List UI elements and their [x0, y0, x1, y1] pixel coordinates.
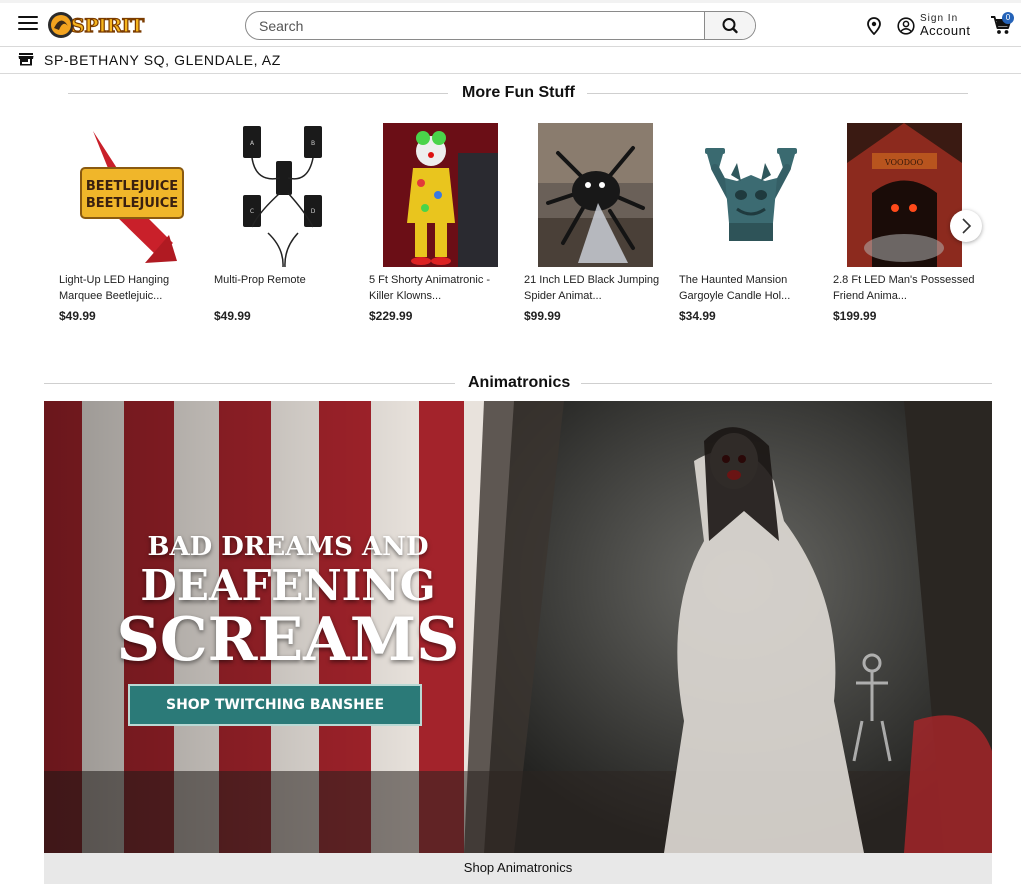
product-card[interactable]: 21 Inch LED Black Jumping Spider Animat.…	[523, 123, 668, 328]
product-image	[693, 123, 808, 267]
header-top-strip	[0, 0, 1021, 3]
product-price: $49.99	[214, 309, 251, 323]
banner-line-2: DEAFENING	[140, 561, 436, 610]
product-carousel: BEETLEJUICE BEETLEJUICE Light-Up LED Han…	[58, 123, 990, 333]
carousel-next-button[interactable]	[950, 210, 982, 242]
product-image	[538, 123, 653, 267]
product-name[interactable]: 5 Ft Shorty Animatronic - Killer Klowns.…	[369, 272, 514, 304]
header: SPIRIT Sign In Account 0	[0, 0, 1021, 47]
product-price: $229.99	[369, 309, 413, 323]
banner-line-3: SCREAMS	[116, 605, 460, 675]
user-circle-icon	[897, 17, 915, 35]
remote-key: D	[311, 208, 316, 215]
product-image: A B C D	[228, 123, 343, 267]
store-name[interactable]: SP-BETHANY SQ, GLENDALE, AZ	[44, 52, 281, 68]
divider	[581, 383, 992, 384]
banner-cta-button[interactable]: SHOP TWITCHING BANSHEE	[128, 684, 422, 726]
product-image: VOODOO	[847, 123, 962, 267]
more-fun-header: More Fun Stuff	[68, 84, 968, 104]
product-name[interactable]: Multi-Prop Remote	[214, 272, 359, 288]
account-label: Account	[920, 23, 971, 38]
section-title: More Fun Stuff	[462, 84, 575, 101]
product-card[interactable]: 5 Ft Shorty Animatronic - Killer Klowns.…	[368, 123, 513, 328]
divider	[44, 383, 455, 384]
product-card[interactable]: BEETLEJUICE BEETLEJUICE Light-Up LED Han…	[58, 123, 203, 328]
product-price: $34.99	[679, 309, 716, 323]
search-input[interactable]	[246, 12, 706, 39]
spirit-logo[interactable]: SPIRIT	[46, 8, 148, 42]
product-name[interactable]: 21 Inch LED Black Jumping Spider Animat.…	[524, 272, 669, 304]
store-bar: SP-BETHANY SQ, GLENDALE, AZ	[0, 47, 1021, 74]
sign-text: BEETLEJUICE	[86, 179, 178, 194]
search-button[interactable]	[704, 12, 755, 39]
divider	[587, 93, 968, 94]
search-bar	[245, 11, 756, 40]
product-name[interactable]: Light-Up LED Hanging Marquee Beetlejuic.…	[59, 272, 204, 304]
search-icon	[722, 18, 738, 34]
banner-line-1: BAD DREAMS AND	[147, 532, 429, 562]
product-image	[383, 123, 498, 267]
product-price: $199.99	[833, 309, 877, 323]
product-name[interactable]: The Haunted Mansion Gargoyle Candle Hol.…	[679, 272, 824, 304]
product-card[interactable]: The Haunted Mansion Gargoyle Candle Hol.…	[678, 123, 823, 328]
product-card[interactable]: A B C D Multi-Prop Remote $49.99	[213, 123, 358, 328]
storefront-icon	[18, 53, 34, 66]
cart-count-badge: 0	[1002, 12, 1014, 24]
remote-key: B	[311, 140, 315, 147]
section-title: Animatronics	[468, 374, 571, 391]
chevron-right-icon	[962, 218, 972, 234]
divider	[68, 93, 448, 94]
sign-text: BEETLEJUICE	[86, 196, 178, 211]
product-price: $99.99	[524, 309, 561, 323]
location-pin-icon[interactable]	[866, 17, 882, 35]
remote-key: C	[250, 208, 254, 215]
brand-wordmark: SPIRIT	[71, 15, 144, 37]
product-name[interactable]: 2.8 Ft LED Man's Possessed Friend Anima.…	[833, 272, 978, 304]
shop-animatronics-link[interactable]: Shop Animatronics	[44, 853, 992, 884]
banner-headline: BAD DREAMS AND DEAFENING SCREAMS	[108, 531, 468, 671]
hamburger-menu-icon[interactable]	[18, 16, 38, 32]
product-image: BEETLEJUICE BEETLEJUICE	[73, 123, 188, 267]
animatronics-header: Animatronics	[44, 374, 992, 394]
sign-text: VOODOO	[884, 158, 924, 167]
animatronics-banner[interactable]: BAD DREAMS AND DEAFENING SCREAMS SHOP TW…	[44, 401, 992, 853]
product-price: $49.99	[59, 309, 96, 323]
